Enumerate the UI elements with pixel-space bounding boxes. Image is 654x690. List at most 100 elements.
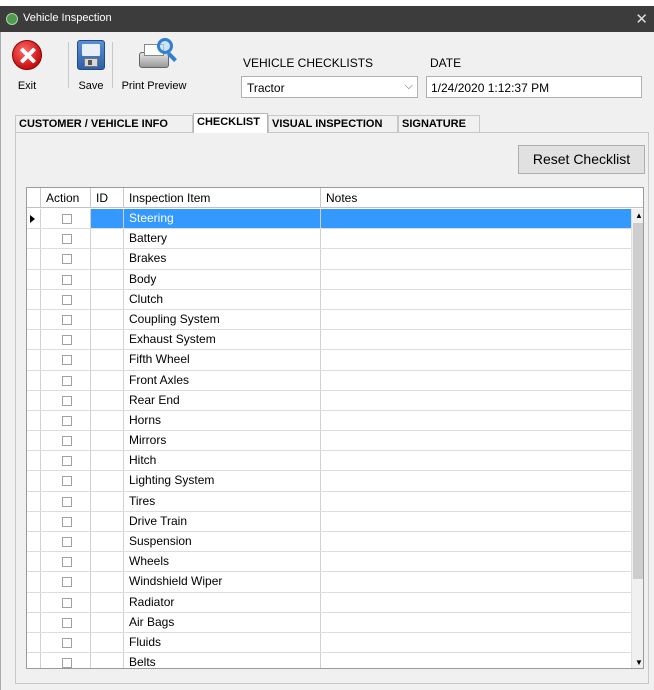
vehicle-checklist-select[interactable]: Tractor ⌵ [241,76,418,98]
action-checkbox[interactable] [62,577,72,588]
close-icon[interactable]: ✕ [635,10,648,28]
table-row[interactable]: Belts [27,653,631,668]
tab-customer-vehicle-info[interactable]: CUSTOMER / VEHICLE INFO [15,115,193,132]
inspection-item-cell[interactable]: Wheels [124,552,321,572]
scroll-down-icon[interactable]: ▼ [632,656,643,668]
id-cell[interactable] [91,209,124,229]
notes-cell[interactable] [321,471,631,490]
id-cell[interactable] [91,572,124,592]
id-cell[interactable] [91,653,124,668]
action-checkbox[interactable] [62,617,72,628]
action-cell[interactable] [41,249,91,269]
row-header[interactable] [27,269,41,289]
table-row[interactable]: Drive Train [27,511,631,532]
notes-cell[interactable] [321,492,631,511]
notes-cell[interactable] [321,310,631,329]
action-cell[interactable] [41,330,91,350]
action-checkbox[interactable] [62,476,72,487]
inspection-item-cell[interactable]: Rear End [124,390,321,410]
action-checkbox[interactable] [62,557,72,568]
id-cell[interactable] [91,491,124,511]
action-cell[interactable] [41,229,91,249]
column-header-notes[interactable]: Notes [321,188,643,208]
inspection-item-cell[interactable]: Lighting System [124,471,321,491]
notes-cell[interactable] [321,613,631,632]
table-row[interactable]: Fifth Wheel [27,350,631,371]
scroll-up-icon[interactable]: ▲ [632,209,643,223]
id-cell[interactable] [91,532,124,552]
tab-visual-inspection[interactable]: VISUAL INSPECTION [268,115,398,132]
action-checkbox[interactable] [62,658,72,668]
action-cell[interactable] [41,269,91,289]
table-row[interactable]: Clutch [27,289,631,310]
action-cell[interactable] [41,612,91,632]
notes-cell[interactable] [321,431,631,450]
row-header[interactable] [27,471,41,491]
id-cell[interactable] [91,410,124,431]
table-row[interactable]: Lighting System [27,471,631,492]
id-cell[interactable] [91,229,124,249]
action-checkbox[interactable] [62,456,72,467]
table-row[interactable]: Wheels [27,552,631,573]
action-cell[interactable] [41,592,91,612]
action-cell[interactable] [41,471,91,491]
row-header[interactable] [27,653,41,668]
row-header[interactable] [27,451,41,471]
print-preview-button[interactable]: Print Preview [113,34,195,96]
notes-cell[interactable] [321,451,631,470]
notes-cell[interactable] [321,512,631,531]
id-cell[interactable] [91,269,124,289]
action-cell[interactable] [41,532,91,552]
scrollbar-thumb[interactable] [633,223,643,579]
action-checkbox[interactable] [62,496,72,507]
notes-cell[interactable] [321,330,631,349]
action-checkbox[interactable] [62,395,72,406]
row-header[interactable] [27,370,41,390]
inspection-item-cell[interactable]: Belts [124,653,321,668]
action-cell[interactable] [41,350,91,370]
inspection-item-cell[interactable]: Mirrors [124,431,321,451]
chevron-down-icon[interactable]: ⌵ [405,80,413,93]
id-cell[interactable] [91,431,124,451]
action-cell[interactable] [41,632,91,653]
row-header[interactable] [27,491,41,511]
id-cell[interactable] [91,309,124,330]
action-checkbox[interactable] [62,294,72,305]
inspection-item-cell[interactable]: Steering [124,209,321,229]
action-cell[interactable] [41,370,91,390]
row-header[interactable] [27,209,41,229]
vertical-scrollbar[interactable]: ▲ ▼ [631,209,643,668]
row-header[interactable] [27,330,41,350]
table-row[interactable]: Rear End [27,390,631,411]
action-checkbox[interactable] [62,335,72,346]
action-checkbox[interactable] [62,274,72,285]
table-row[interactable]: Radiator [27,592,631,613]
row-header[interactable] [27,632,41,653]
row-header[interactable] [27,592,41,612]
id-cell[interactable] [91,370,124,390]
action-checkbox[interactable] [62,415,72,426]
tab-signature[interactable]: SIGNATURE [398,115,480,132]
table-row[interactable]: Horns [27,410,631,432]
action-cell[interactable] [41,390,91,410]
notes-cell[interactable] [321,532,631,551]
table-row[interactable]: Suspension [27,532,631,553]
row-header[interactable] [27,552,41,572]
table-row[interactable]: Exhaust System [27,330,631,351]
column-header-inspection-item[interactable]: Inspection Item [124,188,321,208]
inspection-item-cell[interactable]: Fifth Wheel [124,350,321,370]
id-cell[interactable] [91,451,124,471]
notes-cell[interactable] [321,229,631,248]
action-checkbox[interactable] [62,537,72,547]
action-checkbox[interactable] [62,637,72,648]
action-cell[interactable] [41,289,91,309]
inspection-item-cell[interactable]: Clutch [124,289,321,309]
notes-cell[interactable] [321,371,631,390]
table-row[interactable]: Front Axles [27,370,631,391]
tab-checklist[interactable]: CHECKLIST [193,113,268,133]
notes-cell[interactable] [321,633,631,652]
action-checkbox[interactable] [62,214,72,224]
action-checkbox[interactable] [62,355,72,366]
id-cell[interactable] [91,249,124,269]
table-row[interactable]: Mirrors [27,431,631,452]
